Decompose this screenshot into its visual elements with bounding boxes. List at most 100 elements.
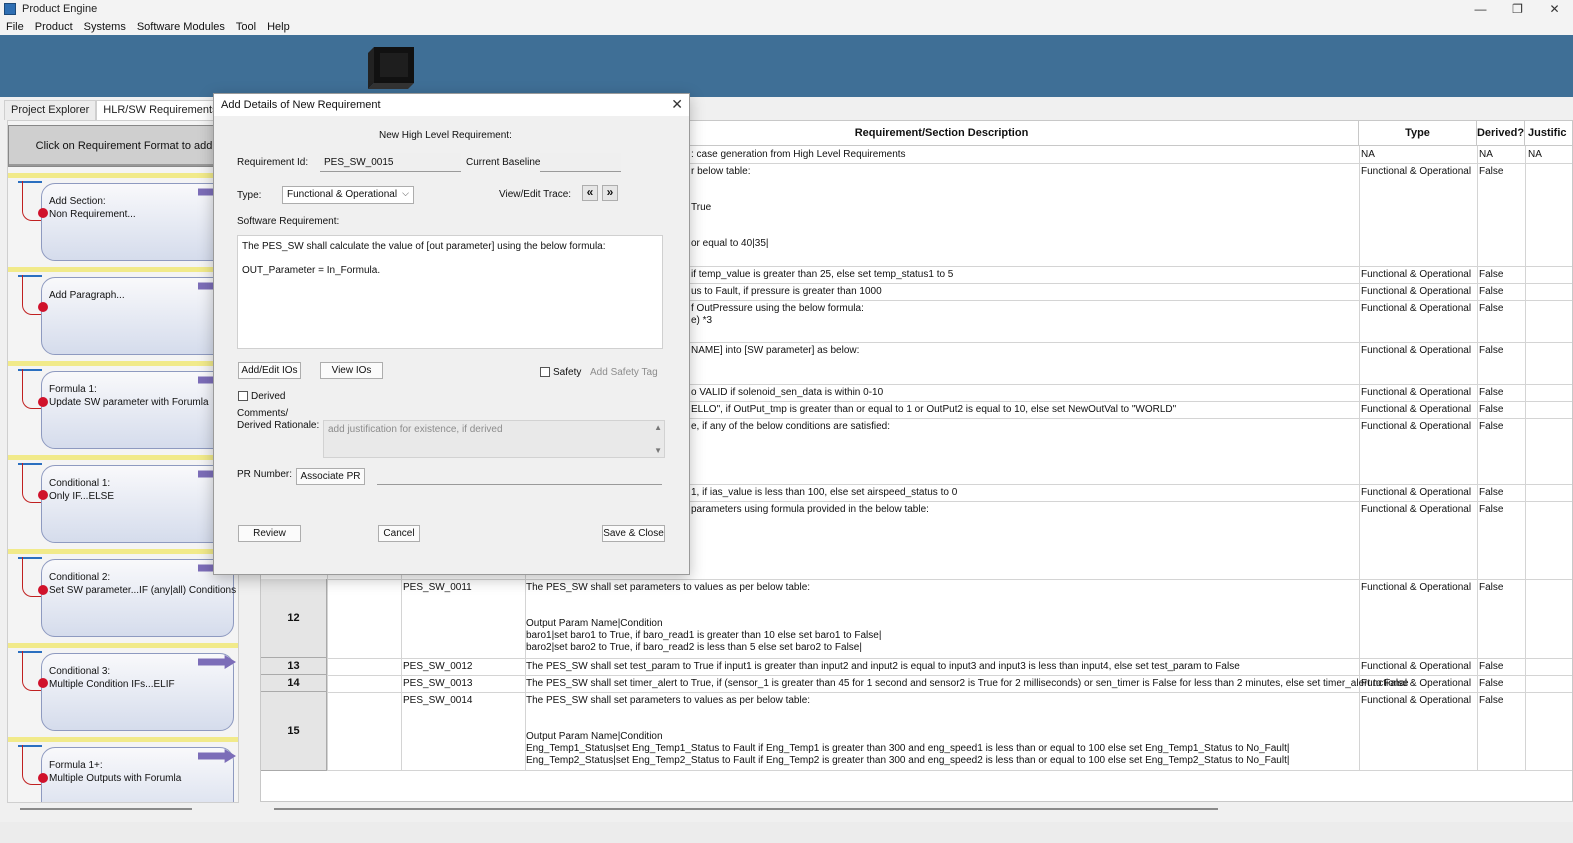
desc-cell[interactable]: ELLO", if OutPut_tmp is greater than or …: [691, 404, 1176, 416]
format-conditional-3[interactable]: Conditional 3: Multiple Condition IFs...…: [8, 643, 238, 731]
pr-number-field[interactable]: [377, 468, 662, 485]
type-cell[interactable]: Functional & Operational: [1361, 166, 1471, 178]
minimize-button[interactable]: —: [1462, 0, 1499, 18]
derived-cell[interactable]: NA: [1479, 149, 1493, 161]
type-cell[interactable]: Functional & Operational: [1361, 582, 1471, 594]
trace-next-button[interactable]: »: [602, 185, 618, 201]
tab-project-explorer[interactable]: Project Explorer: [4, 100, 97, 120]
review-button[interactable]: Review: [238, 525, 301, 542]
cube-icon[interactable]: [366, 43, 418, 91]
menu-file[interactable]: File: [0, 21, 29, 33]
type-cell[interactable]: Functional & Operational: [1361, 504, 1471, 516]
derived-cell[interactable]: False: [1479, 504, 1503, 516]
trace-previous-button[interactable]: «: [582, 185, 598, 201]
menu-systems[interactable]: Systems: [78, 21, 131, 33]
derived-cell[interactable]: False: [1479, 582, 1503, 594]
row-number-cell[interactable]: 12: [261, 579, 327, 658]
tab-hlr-sw-requirements[interactable]: HLR/SW Requirements: [96, 100, 225, 120]
add-safety-tag-button[interactable]: Add Safety Tag: [590, 367, 658, 378]
derived-cell[interactable]: False: [1479, 487, 1503, 499]
desc-cell[interactable]: : case generation from High Level Requir…: [691, 149, 906, 161]
safety-checkbox[interactable]: [540, 367, 550, 377]
row-number-cell[interactable]: 14: [261, 675, 327, 692]
req-id-cell[interactable]: PES_SW_0014: [403, 695, 473, 707]
derived-cell[interactable]: False: [1479, 678, 1503, 690]
derived-cell[interactable]: False: [1479, 695, 1503, 707]
table-horizontal-scrollbar[interactable]: [274, 808, 1218, 810]
baseline-field[interactable]: [540, 153, 621, 172]
desc-cell[interactable]: 1, if ias_value is less than 100, else s…: [691, 487, 957, 499]
desc-cell[interactable]: if temp_value is greater than 25, else s…: [691, 269, 953, 281]
type-cell[interactable]: Functional & Operational: [1361, 387, 1471, 399]
derived-cell[interactable]: False: [1479, 166, 1503, 178]
derived-cell[interactable]: False: [1479, 303, 1503, 315]
menu-help[interactable]: Help: [261, 21, 295, 33]
row-number-cell[interactable]: 13: [261, 658, 327, 675]
type-cell[interactable]: Functional & Operational: [1361, 303, 1471, 315]
close-icon[interactable]: ✕: [671, 96, 683, 113]
desc-cell[interactable]: f OutPressure using the below formula: e…: [691, 303, 864, 327]
desc-cell[interactable]: r below table: True or equal to 40|35|: [691, 166, 768, 250]
desc-cell[interactable]: us to Fault, if pressure is greater than…: [691, 286, 882, 298]
header-derived[interactable]: Derived?: [1477, 121, 1525, 146]
justification-cell[interactable]: NA: [1528, 149, 1542, 161]
format-add-paragraph[interactable]: Add Paragraph...: [8, 267, 238, 355]
derived-cell[interactable]: False: [1479, 345, 1503, 357]
view-ios-button[interactable]: View IOs: [320, 362, 383, 379]
req-id-cell[interactable]: PES_SW_0012: [403, 661, 473, 673]
restore-button[interactable]: ❐: [1499, 0, 1536, 18]
save-close-button[interactable]: Save & Close: [602, 525, 665, 542]
derived-cell[interactable]: False: [1479, 661, 1503, 673]
format-conditional-2[interactable]: Conditional 2: Set SW parameter...IF (an…: [8, 549, 238, 637]
menu-tool[interactable]: Tool: [230, 21, 261, 33]
cancel-button[interactable]: Cancel: [378, 525, 420, 542]
type-cell[interactable]: Functional & Operational: [1361, 345, 1471, 357]
desc-cell[interactable]: The PES_SW shall set parameters to value…: [526, 582, 881, 654]
derived-rationale-field[interactable]: add justification for existence, if deri…: [323, 420, 665, 458]
type-cell[interactable]: Functional & Operational: [1361, 404, 1471, 416]
desc-cell[interactable]: e, if any of the below conditions are sa…: [691, 421, 890, 433]
left-horizontal-scrollbar[interactable]: [20, 808, 192, 810]
derived-cell[interactable]: False: [1479, 269, 1503, 281]
desc-cell[interactable]: o VALID if solenoid_sen_data is within 0…: [691, 387, 883, 399]
format-add-section[interactable]: Add Section: Non Requirement...: [8, 173, 238, 261]
type-cell[interactable]: Functional & Operational: [1361, 421, 1471, 433]
header-type[interactable]: Type: [1359, 121, 1477, 146]
derived-cell[interactable]: False: [1479, 421, 1503, 433]
type-cell[interactable]: NA: [1361, 149, 1375, 161]
req-id-field[interactable]: PES_SW_0015: [320, 153, 461, 172]
format-formula-1-plus[interactable]: Formula 1+: Multiple Outputs with Foruml…: [8, 737, 238, 802]
scroll-down-icon[interactable]: ▼: [654, 446, 662, 455]
type-select[interactable]: Functional & Operational ⌵: [282, 186, 414, 204]
type-cell[interactable]: Functional & Operational: [1361, 269, 1471, 281]
row-number-cell[interactable]: 15: [261, 692, 327, 771]
type-cell[interactable]: Functional & Operational: [1361, 286, 1471, 298]
derived-cell[interactable]: False: [1479, 387, 1503, 399]
desc-cell[interactable]: parameters using formula provided in the…: [691, 504, 929, 516]
card-divider: [8, 737, 238, 742]
scroll-up-icon[interactable]: ▲: [654, 423, 662, 432]
format-formula-1[interactable]: Formula 1: Update SW parameter with Foru…: [8, 361, 238, 449]
desc-cell[interactable]: The PES_SW shall set timer_alert to True…: [526, 678, 1409, 690]
type-cell[interactable]: Functional & Operational: [1361, 695, 1471, 707]
type-cell[interactable]: Functional & Operational: [1361, 487, 1471, 499]
type-cell[interactable]: Functional & Operational: [1361, 678, 1471, 690]
type-cell[interactable]: Functional & Operational: [1361, 661, 1471, 673]
derived-cell[interactable]: False: [1479, 404, 1503, 416]
add-edit-ios-button[interactable]: Add/Edit IOs: [238, 362, 301, 379]
close-window-button[interactable]: ✕: [1536, 0, 1573, 18]
derived-cell[interactable]: False: [1479, 286, 1503, 298]
header-justification[interactable]: Justific: [1525, 121, 1572, 146]
desc-cell[interactable]: The PES_SW shall set parameters to value…: [526, 695, 1289, 767]
associate-pr-button[interactable]: Associate PR: [296, 468, 365, 485]
derived-checkbox[interactable]: [238, 391, 248, 401]
desc-cell[interactable]: NAME] into [SW parameter] as below:: [691, 345, 859, 357]
format-conditional-1[interactable]: Conditional 1: Only IF...ELSE: [8, 455, 238, 543]
type-label: Type:: [237, 190, 262, 201]
menu-software-modules[interactable]: Software Modules: [131, 21, 230, 33]
desc-cell[interactable]: The PES_SW shall set test_param to True …: [526, 661, 1240, 673]
req-id-cell[interactable]: PES_SW_0011: [403, 582, 472, 594]
req-id-cell[interactable]: PES_SW_0013: [403, 678, 473, 690]
sw-requirement-textarea[interactable]: The PES_SW shall calculate the value of …: [237, 235, 663, 349]
menu-product[interactable]: Product: [29, 21, 78, 33]
